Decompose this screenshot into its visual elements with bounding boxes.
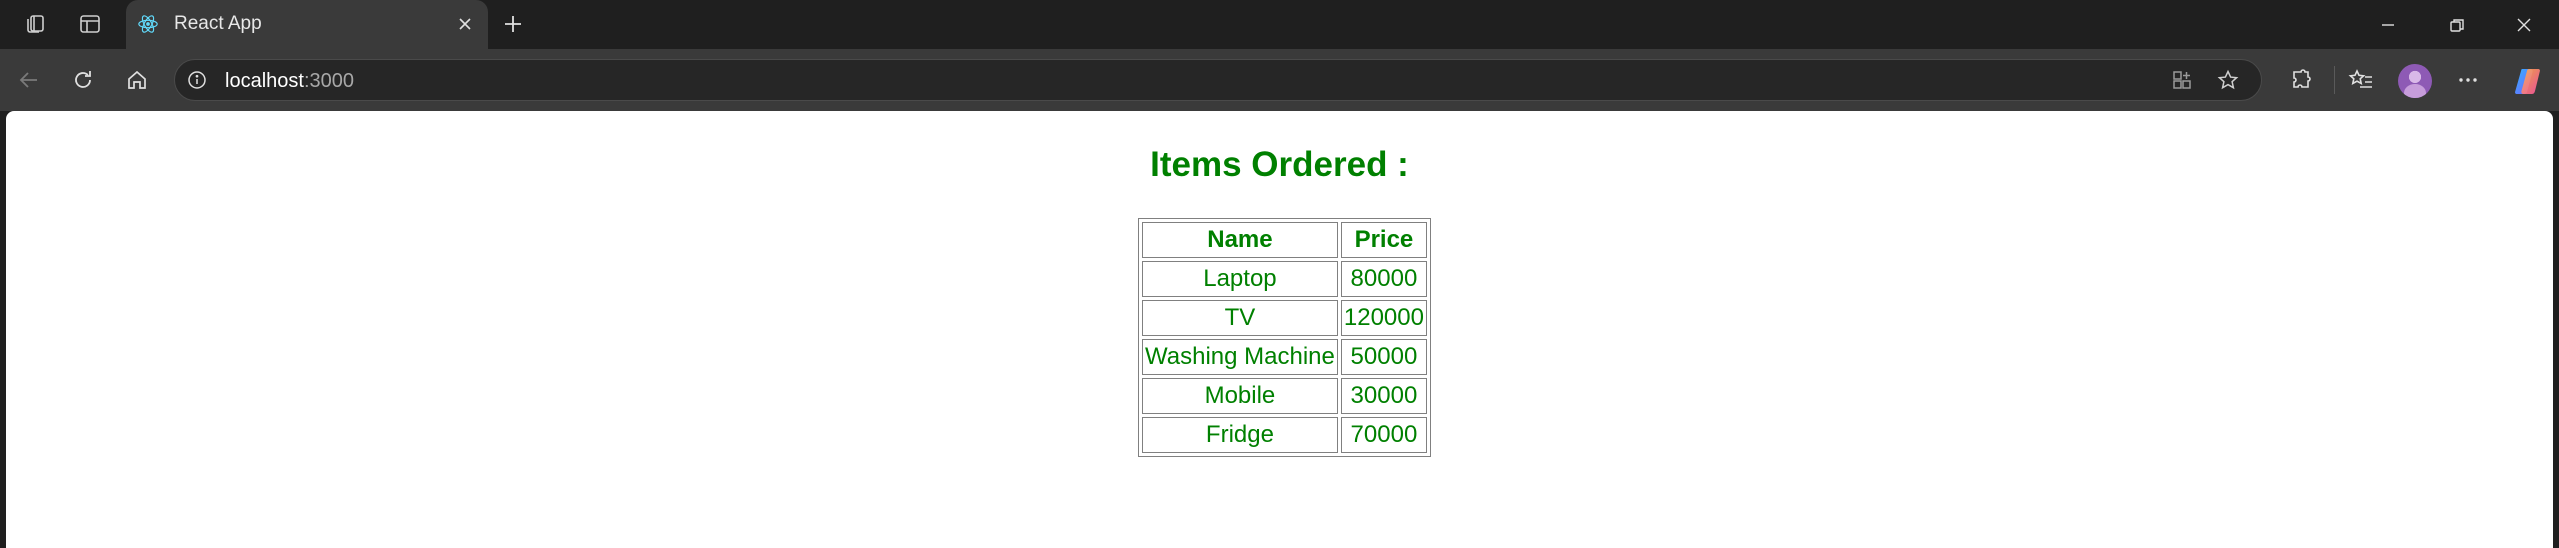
tab-title: React App [174,13,262,34]
url-host: localhost [225,70,304,92]
item-price-cell: 120000 [1340,300,1427,336]
browser-toolbar: localhost:3000 [0,49,2559,111]
window-close-icon[interactable] [2489,0,2559,49]
refresh-icon[interactable] [64,62,102,98]
star-icon[interactable] [2211,64,2245,96]
item-price-cell: 80000 [1340,261,1427,297]
column-header-price: Price [1340,222,1427,258]
item-name-cell: TV [1142,300,1338,336]
minimize-icon[interactable] [2353,0,2423,49]
table-row: Laptop 80000 [1142,261,1427,297]
orders-table: Name Price Laptop 80000 TV 120000 Washin… [1138,218,1431,457]
workspaces-icon[interactable] [17,8,53,40]
table-row: Fridge 70000 [1142,417,1427,453]
info-icon[interactable] [185,68,209,92]
close-icon[interactable] [452,11,478,37]
item-price-cell: 30000 [1340,378,1427,414]
toolbar-divider [2334,66,2335,94]
item-name-cell: Washing Machine [1142,339,1338,375]
restore-icon[interactable] [2422,0,2492,49]
page-content: Items Ordered : Name Price Laptop 80000 … [6,111,2553,548]
plus-icon[interactable] [495,7,531,41]
avatar[interactable] [2398,64,2432,98]
table-row: TV 120000 [1142,300,1427,336]
more-icon[interactable] [2449,62,2487,98]
table-header-row: Name Price [1142,222,1427,258]
item-name-cell: Laptop [1142,261,1338,297]
column-header-name: Name [1142,222,1338,258]
puzzle-icon[interactable] [2282,62,2320,98]
tab-actions-icon[interactable] [72,8,108,40]
app-available-icon[interactable] [2165,64,2199,96]
page-title: Items Ordered : [1150,145,1409,184]
copilot-icon[interactable] [2510,63,2546,99]
react-logo-icon [136,12,160,36]
tab-strip: React App [0,0,2559,49]
back-arrow-icon[interactable] [10,62,48,98]
url-port: :3000 [303,70,354,92]
item-name-cell: Mobile [1142,378,1338,414]
url-text[interactable]: localhost:3000 [225,70,354,92]
favorites-list-icon[interactable] [2342,62,2380,98]
tab-react-app[interactable]: React App [126,0,488,49]
item-price-cell: 70000 [1340,417,1427,453]
address-bar[interactable]: localhost:3000 [174,59,2262,101]
item-name-cell: Fridge [1142,417,1338,453]
table-row: Washing Machine 50000 [1142,339,1427,375]
home-icon[interactable] [118,62,156,98]
item-price-cell: 50000 [1340,339,1427,375]
table-row: Mobile 30000 [1142,378,1427,414]
